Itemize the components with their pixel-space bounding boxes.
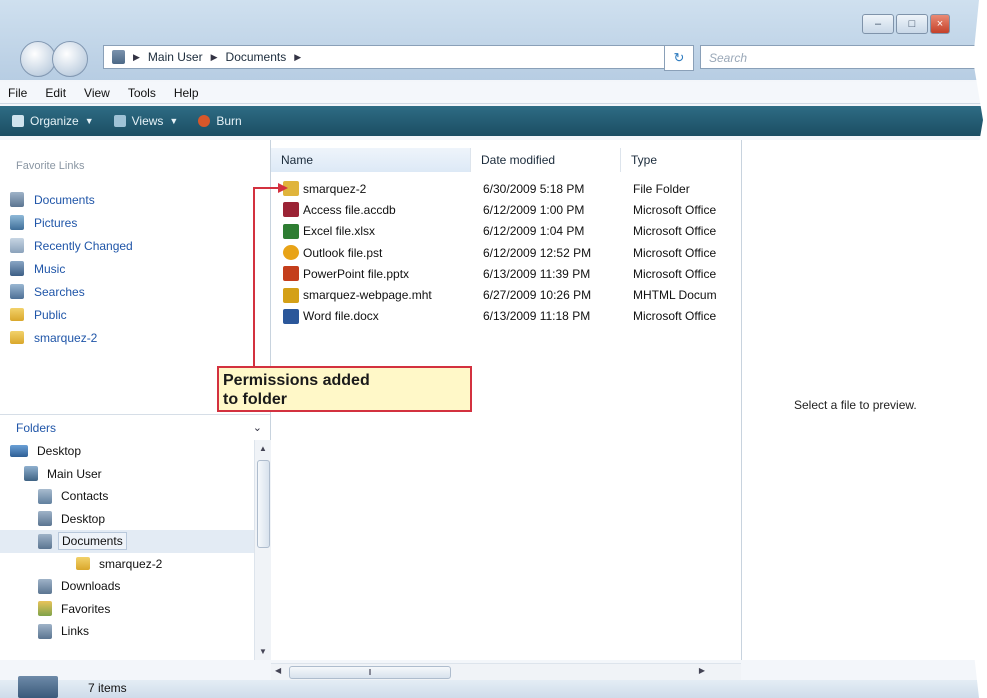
callout-line-2: to folder <box>223 391 287 408</box>
callout-arrow <box>253 183 288 366</box>
explorer-window: – □ × ▶ Main User ▶ Documents ▶ ▼ ↻ Sear… <box>0 0 987 698</box>
torn-edge <box>969 0 987 698</box>
callout-line-1: Permissions added <box>223 372 370 389</box>
callout-box: Permissions added to folder <box>217 366 472 412</box>
